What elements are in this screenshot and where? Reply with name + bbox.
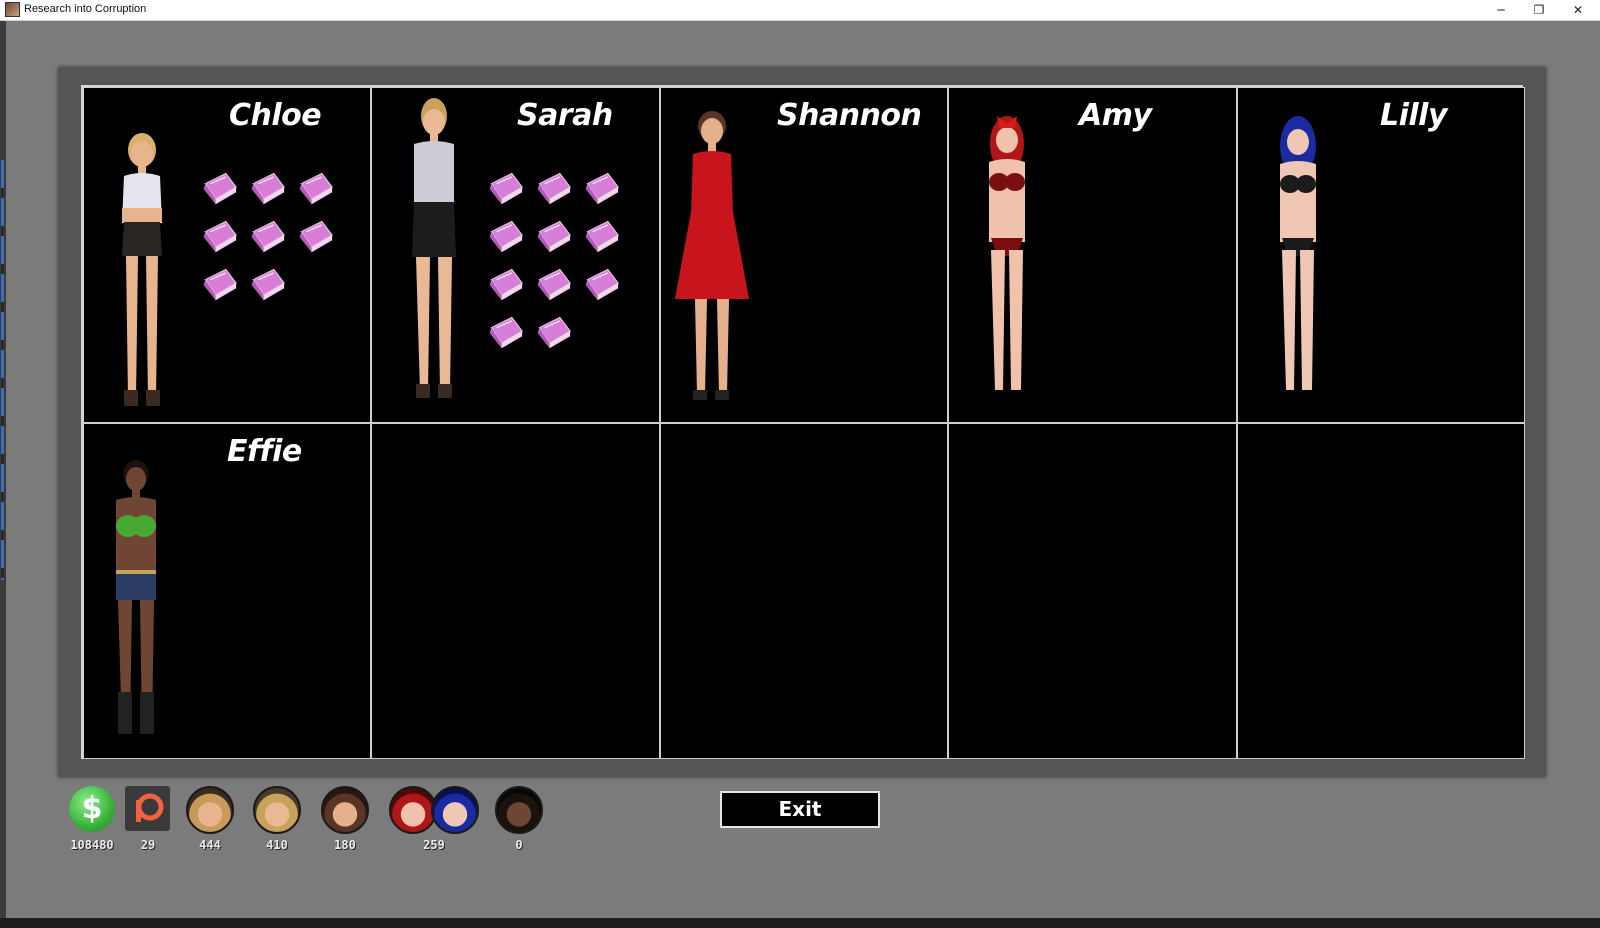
lilly-avatar-icon[interactable] xyxy=(431,786,479,834)
book-icon xyxy=(537,172,571,205)
book-icon xyxy=(251,220,285,253)
left-edge-strip xyxy=(1,160,4,580)
book-icon xyxy=(203,220,237,253)
empty-cell xyxy=(371,423,660,759)
book-icon xyxy=(585,268,619,301)
character-name: Chloe xyxy=(229,98,322,133)
chloe-avatar-icon[interactable] xyxy=(186,786,234,834)
money-value: 108480 xyxy=(70,838,114,852)
character-cell-lilly[interactable]: Lilly xyxy=(1237,87,1525,423)
bottom-edge xyxy=(0,918,1600,928)
book-icon xyxy=(489,220,523,253)
book-icon xyxy=(251,172,285,205)
amy-avatar-icon[interactable] xyxy=(389,786,437,834)
close-button[interactable]: ✕ xyxy=(1560,0,1596,20)
character-name: Lilly xyxy=(1380,98,1448,133)
empty-cell xyxy=(948,423,1237,759)
book-icon xyxy=(203,172,237,205)
chloe-value: 444 xyxy=(199,838,221,852)
patreon-icon[interactable] xyxy=(125,786,170,831)
character-cell-amy[interactable]: Amy xyxy=(948,87,1237,423)
character-grid: Chloe Sarah Shannon Amy Lilly Effie xyxy=(81,85,1525,759)
effie-avatar-icon[interactable] xyxy=(495,786,543,834)
book-icon xyxy=(585,172,619,205)
amy-lilly-value: 259 xyxy=(423,838,445,852)
character-name: Amy xyxy=(1079,98,1152,133)
book-icon xyxy=(585,220,619,253)
book-icon xyxy=(537,316,571,349)
character-name: Sarah xyxy=(517,98,613,133)
lilly-figure xyxy=(1280,116,1316,390)
book-icon xyxy=(203,268,237,301)
character-name: Effie xyxy=(227,434,302,469)
book-icon xyxy=(537,268,571,301)
book-icon xyxy=(489,172,523,205)
empty-cell xyxy=(660,423,948,759)
book-group xyxy=(485,170,645,410)
sarah-figure xyxy=(412,98,456,398)
sarah-avatar-icon[interactable] xyxy=(253,786,301,834)
book-icon xyxy=(299,220,333,253)
book-group xyxy=(199,170,359,410)
exit-button[interactable]: Exit xyxy=(720,791,880,828)
amy-figure xyxy=(989,116,1025,390)
patreon-value: 29 xyxy=(140,838,156,852)
window-titlebar: Research into Corruption ─ ❐ ✕ xyxy=(0,0,1600,21)
window-title: Research into Corruption xyxy=(24,3,147,15)
effie-value: 0 xyxy=(515,838,523,852)
chloe-figure xyxy=(122,133,162,406)
character-cell-shannon[interactable]: Shannon xyxy=(660,87,948,423)
minimize-button[interactable]: ─ xyxy=(1483,0,1519,20)
app-icon xyxy=(5,2,20,17)
character-name: Shannon xyxy=(777,98,922,133)
book-icon xyxy=(489,268,523,301)
empty-cell xyxy=(1237,423,1525,759)
character-cell-sarah[interactable]: Sarah xyxy=(371,87,660,423)
book-icon xyxy=(537,220,571,253)
shannon-figure xyxy=(675,111,749,400)
money-icon: $ xyxy=(69,786,115,832)
character-cell-effie[interactable]: Effie xyxy=(83,423,371,759)
character-cell-chloe[interactable]: Chloe xyxy=(83,87,371,423)
book-icon xyxy=(251,268,285,301)
book-icon xyxy=(299,172,333,205)
book-icon xyxy=(489,316,523,349)
sarah-value: 410 xyxy=(266,838,288,852)
shannon-avatar-icon[interactable] xyxy=(321,786,369,834)
maximize-button[interactable]: ❐ xyxy=(1521,0,1557,20)
effie-figure xyxy=(116,460,156,734)
shannon-value: 180 xyxy=(334,838,356,852)
